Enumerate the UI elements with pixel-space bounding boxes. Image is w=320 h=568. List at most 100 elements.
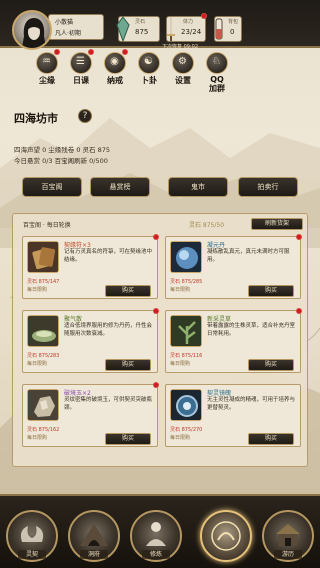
menu-label: 卜卦 <box>141 76 157 85</box>
jade-ore-icon <box>27 389 59 421</box>
menu-alert-dot <box>122 49 128 55</box>
bag-counter[interactable]: 背包 0 <box>214 16 242 42</box>
shop-panel: 百宝阁 · 每日轮换 灵石 875/50 刷新货架 契缘符×3 记有万灵真名的符… <box>12 213 308 467</box>
talisman-scroll-icon <box>27 241 59 273</box>
market-info-line2: 今日悬赏 0/3 百宝阁刷新 0/500 <box>14 157 108 165</box>
player-name: 小散猫 <box>55 19 74 26</box>
item-name: 契灵镜魄 <box>207 390 232 397</box>
item-desc: 无主灵性凝成的精魂，可用于培养与更替契灵。 <box>207 397 296 411</box>
buy-button[interactable]: 购买 <box>248 433 294 445</box>
item-limit: 每日限购 <box>27 287 48 293</box>
shop-item-card: 聚气散 适合低境界服用的修为丹药，丹性会随服用次数衰减。 灵石 875/283 … <box>22 310 158 373</box>
divination-icon: ☯ <box>144 56 153 67</box>
item-limit: 每日限购 <box>170 361 191 367</box>
menu-rike[interactable]: ☰ 日课 <box>64 52 98 86</box>
profile-plate[interactable]: 小散猫 凡人·初期 <box>48 14 104 40</box>
lingshi-label: 灵石 <box>135 19 146 25</box>
menu-najie[interactable]: ◉ 纳戒 <box>98 52 132 86</box>
tab-guishi[interactable]: 鬼市 <box>168 177 228 197</box>
nav-lingqi[interactable]: 灵契 <box>6 510 58 562</box>
menu-label: QQ 加群 <box>209 75 225 93</box>
item-price: 灵石 875/147 <box>27 279 60 285</box>
shop-item-card: 契灵镜魄 无主灵性凝成的精魂，可用于培养与更替契灵。 灵石 875/270 每日… <box>165 384 301 447</box>
item-price: 灵石 875/116 <box>170 353 203 359</box>
menu-chenyuan[interactable]: ♒ 尘缘 <box>30 52 64 86</box>
buy-button[interactable]: 购买 <box>105 433 151 445</box>
vial-icon <box>215 18 223 40</box>
nav-label: 灵契 <box>18 550 46 559</box>
avatar-portrait-icon <box>22 18 46 48</box>
refresh-cost: 灵石 875/50 <box>189 222 225 229</box>
spirit-orb-icon <box>170 241 202 273</box>
item-desc: 凝练散乱真元，真元未满时方可服用。 <box>207 249 290 263</box>
bag-label: 背包 <box>228 19 239 25</box>
tab-baibaoge[interactable]: 百宝阁 <box>22 177 82 197</box>
menu-label: 纳戒 <box>107 76 123 85</box>
tab-label: 拍卖行 <box>257 183 279 191</box>
item-desc: 灵纹密集的破境玉，可供契灵突破瓶颈。 <box>64 397 153 411</box>
item-limit: 每日限购 <box>170 287 191 293</box>
tab-label: 百宝阁 <box>41 183 63 191</box>
jade-icon <box>116 16 130 43</box>
item-price: 灵石 875/283 <box>27 353 60 359</box>
ring-icon: ◉ <box>110 56 119 67</box>
help-button[interactable]: ? <box>78 109 92 123</box>
menu-qq-group[interactable]: ♘ QQ 加群 <box>200 52 234 93</box>
bag-value: 0 <box>230 28 235 36</box>
item-alert-dot <box>153 382 159 388</box>
calendar-icon: ☰ <box>76 56 85 67</box>
item-name: 凝元丹 <box>207 242 226 249</box>
menu-alert-dot <box>88 49 94 55</box>
tab-paimaihang[interactable]: 拍卖行 <box>238 177 298 197</box>
item-name: 破境玉×2 <box>64 390 91 397</box>
menu-label: 日课 <box>73 76 89 85</box>
item-alert-dot <box>153 234 159 240</box>
avatar[interactable] <box>12 10 52 50</box>
refresh-shelf-button[interactable]: 刷新货架 <box>251 218 303 230</box>
item-alert-dot <box>296 308 302 314</box>
nav-youli[interactable]: 游历 <box>262 510 314 562</box>
item-price: 灵石 875/285 <box>170 279 203 285</box>
lingshi-value: 875 <box>135 28 149 36</box>
herb-bowl-icon <box>27 315 59 347</box>
sword-icon <box>167 17 175 41</box>
spirit-herb-icon <box>170 315 202 347</box>
lingshi-counter[interactable]: 灵石 875 <box>116 16 160 43</box>
buy-button[interactable]: 购买 <box>248 285 294 297</box>
nav-dongfu[interactable]: 洞府 <box>68 510 120 562</box>
menu-label: 设置 <box>175 76 191 85</box>
item-price: 灵石 875/162 <box>27 427 60 433</box>
item-limit: 每日限购 <box>170 435 191 441</box>
menu-settings[interactable]: ⚙ 设置 <box>166 52 200 86</box>
tab-xuanshang[interactable]: 悬赏榜 <box>90 177 150 197</box>
tab-label: 悬赏榜 <box>109 183 131 191</box>
item-desc: 记有万灵真名的符箓，可在契缘池中结缘。 <box>64 249 153 263</box>
market-info-line1: 四海声望 0 尘缘残卷 0 灵石 875 <box>14 146 111 154</box>
shop-item-card: 凝元丹 凝练散乱真元，真元未满时方可服用。 灵石 875/285 每日限购 购买 <box>165 236 301 299</box>
stamina-alert-dot <box>201 13 207 19</box>
gourd-icon: ♒ <box>42 56 51 67</box>
item-name: 新采灵草 <box>207 316 232 323</box>
shop-item-card: 契缘符×3 记有万灵真名的符箓，可在契缘池中结缘。 灵石 875/147 每日限… <box>22 236 158 299</box>
item-name: 契缘符×3 <box>64 242 91 249</box>
item-name: 聚气散 <box>64 316 83 323</box>
nav-label: 游历 <box>274 550 302 559</box>
menu-label: 尘缘 <box>39 76 55 85</box>
page-title: 四海坊市 <box>14 112 58 125</box>
gear-icon: ⚙ <box>178 56 187 67</box>
menu-alert-dot <box>54 49 60 55</box>
buy-button[interactable]: 购买 <box>105 285 151 297</box>
item-alert-dot <box>296 234 302 240</box>
buy-button[interactable]: 购买 <box>248 359 294 371</box>
menu-bugua[interactable]: ☯ 卜卦 <box>132 52 166 86</box>
tab-label: 鬼市 <box>191 183 205 191</box>
nav-xiulian[interactable]: 修炼 <box>130 510 182 562</box>
nav-fangshi[interactable]: 坊市 <box>200 510 252 562</box>
stamina-counter[interactable]: 体力 23/24 <box>166 16 206 42</box>
nav-label: 修炼 <box>142 550 170 559</box>
player-realm: 凡人·初期 <box>55 30 81 37</box>
item-price: 灵石 875/270 <box>170 427 203 433</box>
item-alert-dot <box>153 308 159 314</box>
buy-button[interactable]: 购买 <box>105 359 151 371</box>
nav-label: 洞府 <box>80 550 108 559</box>
